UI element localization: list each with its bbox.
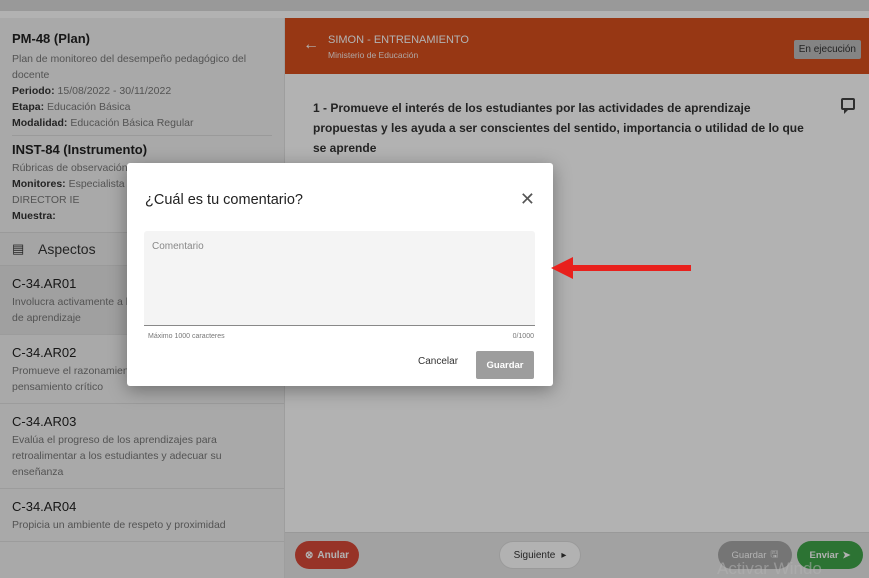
comment-dialog: ¿Cuál es tu comentario? ✕ Máximo 1000 ca… bbox=[127, 163, 553, 386]
close-icon[interactable]: ✕ bbox=[520, 189, 535, 210]
helper-text: Máximo 1000 caracteres bbox=[148, 333, 225, 340]
comment-field[interactable] bbox=[144, 231, 535, 326]
dialog-title: ¿Cuál es tu comentario? bbox=[145, 192, 303, 208]
char-counter: 0/1000 bbox=[512, 333, 534, 340]
arrow-shape bbox=[551, 257, 691, 279]
screen: PM-48 (Plan) Plan de monitoreo del desem… bbox=[0, 0, 869, 578]
cancelar-button[interactable]: Cancelar bbox=[418, 356, 458, 367]
comment-textarea[interactable] bbox=[144, 231, 535, 325]
guardar-button[interactable]: Guardar bbox=[476, 351, 534, 379]
red-arrow-annotation bbox=[551, 257, 691, 279]
